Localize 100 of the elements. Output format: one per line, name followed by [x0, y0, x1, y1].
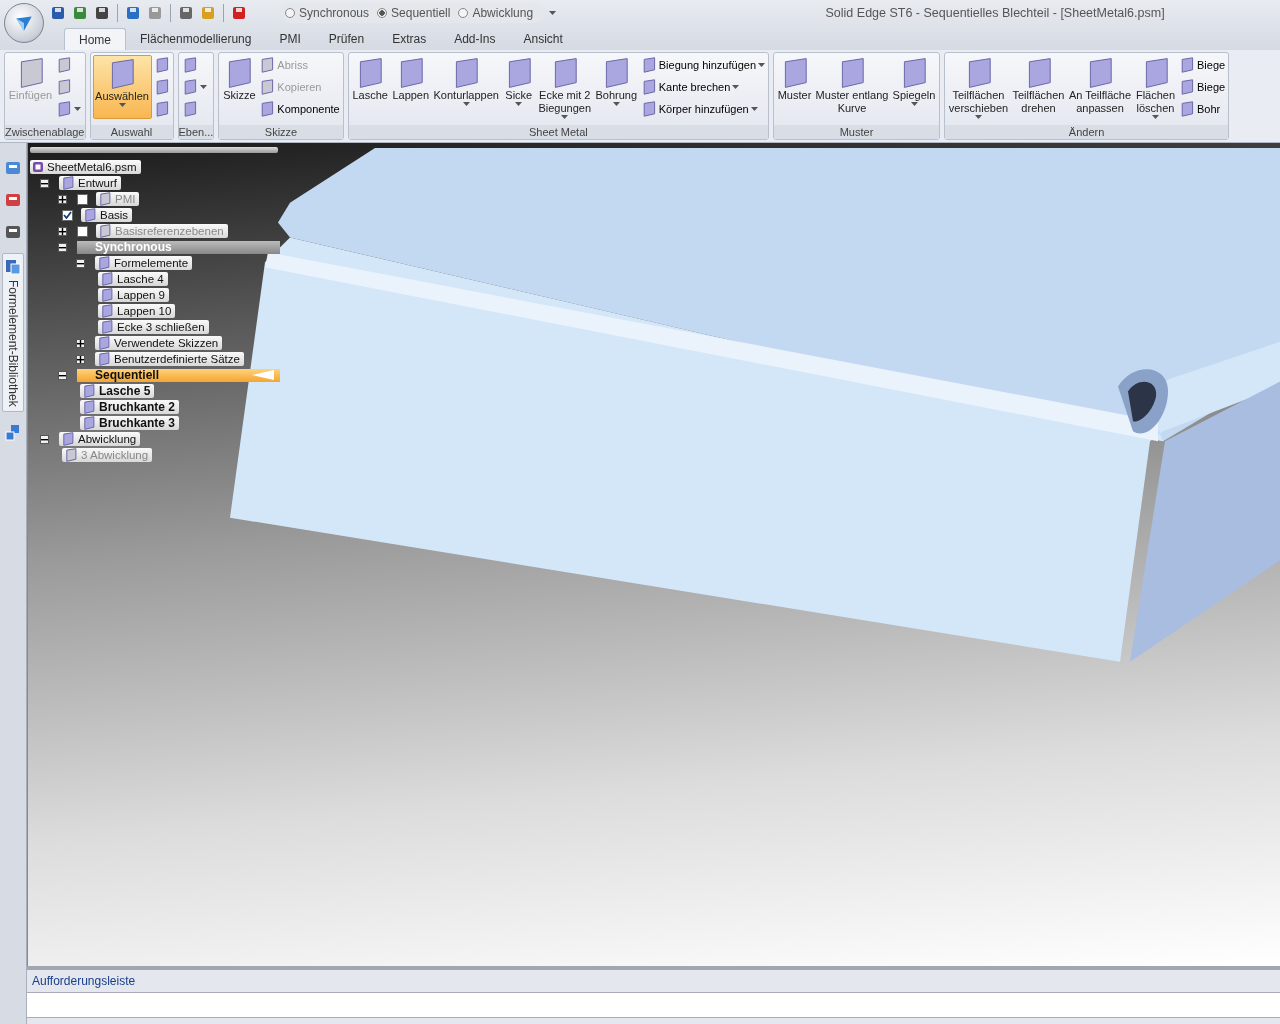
tree-item[interactable]: Verwendete Skizzen — [95, 336, 223, 350]
plate-icon — [259, 101, 276, 117]
radio-button[interactable] — [458, 8, 469, 18]
ribbon-button[interactable]: Biege — [1178, 55, 1227, 75]
square-icon — [72, 5, 88, 21]
plate-icon — [56, 79, 72, 95]
ribbon-tab[interactable]: Ansicht — [509, 28, 577, 50]
ribbon-tab[interactable]: PMI — [265, 28, 315, 50]
application-button[interactable] — [4, 3, 44, 43]
plate-icon — [100, 320, 114, 334]
plate-icon — [82, 384, 96, 398]
tree-item[interactable]: Lappen 10 — [98, 304, 176, 318]
file-icon — [32, 161, 44, 173]
plate-icon — [64, 448, 78, 462]
checkbox[interactable] — [62, 209, 73, 221]
caret-icon — [462, 102, 470, 106]
mode-radio[interactable]: Abwicklung — [458, 6, 534, 20]
caret-icon — [732, 85, 740, 89]
tree-item[interactable]: Ecke 3 schließen — [98, 320, 209, 334]
caret-icon — [975, 115, 982, 119]
plate-icon — [1179, 101, 1195, 117]
side-tab[interactable]: Formelement-Bibliothek — [2, 253, 24, 412]
tree-item[interactable]: Lasche 5 — [80, 384, 155, 398]
square-icon — [94, 5, 110, 21]
tree-item[interactable]: Bruchkante 3 — [80, 416, 180, 430]
radio-button[interactable] — [285, 8, 295, 18]
ribbon-button[interactable]: Kante brechen — [639, 77, 766, 97]
caret-icon — [561, 115, 569, 119]
ribbon-button[interactable]: Lasche — [350, 55, 390, 119]
stacked-squares-icon — [4, 258, 22, 276]
window-title: Solid Edge ST6 - Sequentielles Blechteil - [SheetMetal6.psm] — [824, 6, 1166, 20]
ribbon-button[interactable]: Skizze — [221, 55, 258, 119]
3d-viewport[interactable] — [27, 143, 1280, 966]
plate-icon — [1179, 57, 1195, 73]
plate-icon — [100, 272, 114, 286]
ribbon-button[interactable]: Komponente — [258, 99, 341, 119]
plate-icon — [98, 224, 112, 238]
ribbon-tab[interactable]: Flächenmodellierung — [126, 28, 266, 50]
plate-icon — [82, 416, 96, 430]
plate-icon — [61, 176, 75, 190]
ribbon-button[interactable]: Muster — [776, 55, 813, 119]
square-icon — [125, 5, 141, 21]
tree-item[interactable]: Bruchkante 2 — [80, 400, 180, 414]
plate-icon — [97, 352, 111, 366]
ribbon-button[interactable]: Flächen löschen — [1134, 55, 1177, 121]
plate-icon — [100, 288, 114, 302]
ribbon-button[interactable]: Spiegeln — [891, 55, 937, 119]
ribbon-button[interactable]: Muster entlang Kurve — [814, 55, 890, 119]
ribbon-tab[interactable]: Prüfen — [314, 28, 379, 50]
tree-item[interactable]: Lappen 9 — [98, 288, 169, 302]
ribbon-button[interactable]: Auswählen — [92, 55, 152, 119]
tree-section-bar[interactable]: Sequentiell — [77, 368, 280, 382]
plate-icon — [97, 256, 111, 270]
ribbon-button[interactable]: Konturlappen — [431, 55, 501, 119]
caret-icon — [612, 102, 620, 106]
ribbon-button[interactable]: Sicke — [501, 55, 536, 119]
blocks-icon — [4, 423, 22, 442]
bend-hole-drawing — [1118, 369, 1168, 434]
group-label: Eben... — [178, 125, 214, 139]
ribbon-button[interactable]: Körper hinzufügen — [639, 99, 766, 119]
pointer-triangle-icon — [252, 370, 274, 380]
ribbon-button[interactable]: Bohrung — [593, 55, 639, 119]
ribbon-button[interactable]: Ecke mit 2 Biegungen — [536, 55, 593, 121]
ribbon-button[interactable]: Lappen — [390, 55, 431, 119]
tree-item[interactable]: Benutzerdefinierte Sätze — [95, 352, 244, 366]
group-label: Skizze — [219, 125, 343, 139]
plate-icon — [100, 304, 114, 318]
plate-icon — [82, 400, 96, 414]
tree-item[interactable]: Formelemente — [95, 256, 193, 270]
plate-icon — [56, 101, 72, 117]
caret-icon — [74, 107, 81, 111]
ribbon-button[interactable]: Biege — [1178, 77, 1227, 97]
mode-radio[interactable]: Synchronous — [285, 6, 370, 20]
plate-icon — [83, 208, 97, 222]
group-label: Ändern — [945, 125, 1229, 139]
tree-item[interactable]: Abwicklung — [59, 432, 141, 446]
panel-icon — [4, 191, 22, 209]
ribbon-button[interactable]: Biegung hinzufügen — [639, 55, 766, 75]
square-icon — [178, 5, 194, 21]
caret-icon — [750, 107, 758, 111]
caret-icon — [199, 85, 207, 89]
ribbon-button[interactable]: Teilflächen drehen — [1011, 55, 1066, 119]
group-label: Sheet Metal — [348, 125, 768, 139]
ribbon-tab[interactable]: Extras — [378, 28, 441, 50]
caret-icon — [549, 11, 557, 15]
tree-item[interactable]: Lasche 4 — [98, 272, 168, 286]
square-icon — [231, 5, 247, 21]
ribbon-tab[interactable]: Home — [64, 28, 126, 50]
ribbon-button[interactable]: An Teilfläche anpassen — [1067, 55, 1133, 119]
tree-item[interactable]: Entwurf — [59, 176, 121, 190]
ribbon-button[interactable]: Bohr — [1178, 99, 1227, 119]
square-icon — [200, 5, 216, 21]
ribbon-button[interactable]: Teilflächen verschieben — [947, 55, 1010, 121]
tree-item[interactable]: SheetMetal6.psm — [30, 160, 141, 174]
plate-icon — [61, 432, 75, 446]
tree-item[interactable]: Basis — [81, 208, 133, 222]
mode-radio[interactable]: Sequentiell — [377, 6, 451, 20]
caret-icon — [910, 102, 918, 106]
ribbon-tab[interactable]: Add-Ins — [440, 28, 510, 50]
radio-button[interactable] — [377, 8, 388, 18]
